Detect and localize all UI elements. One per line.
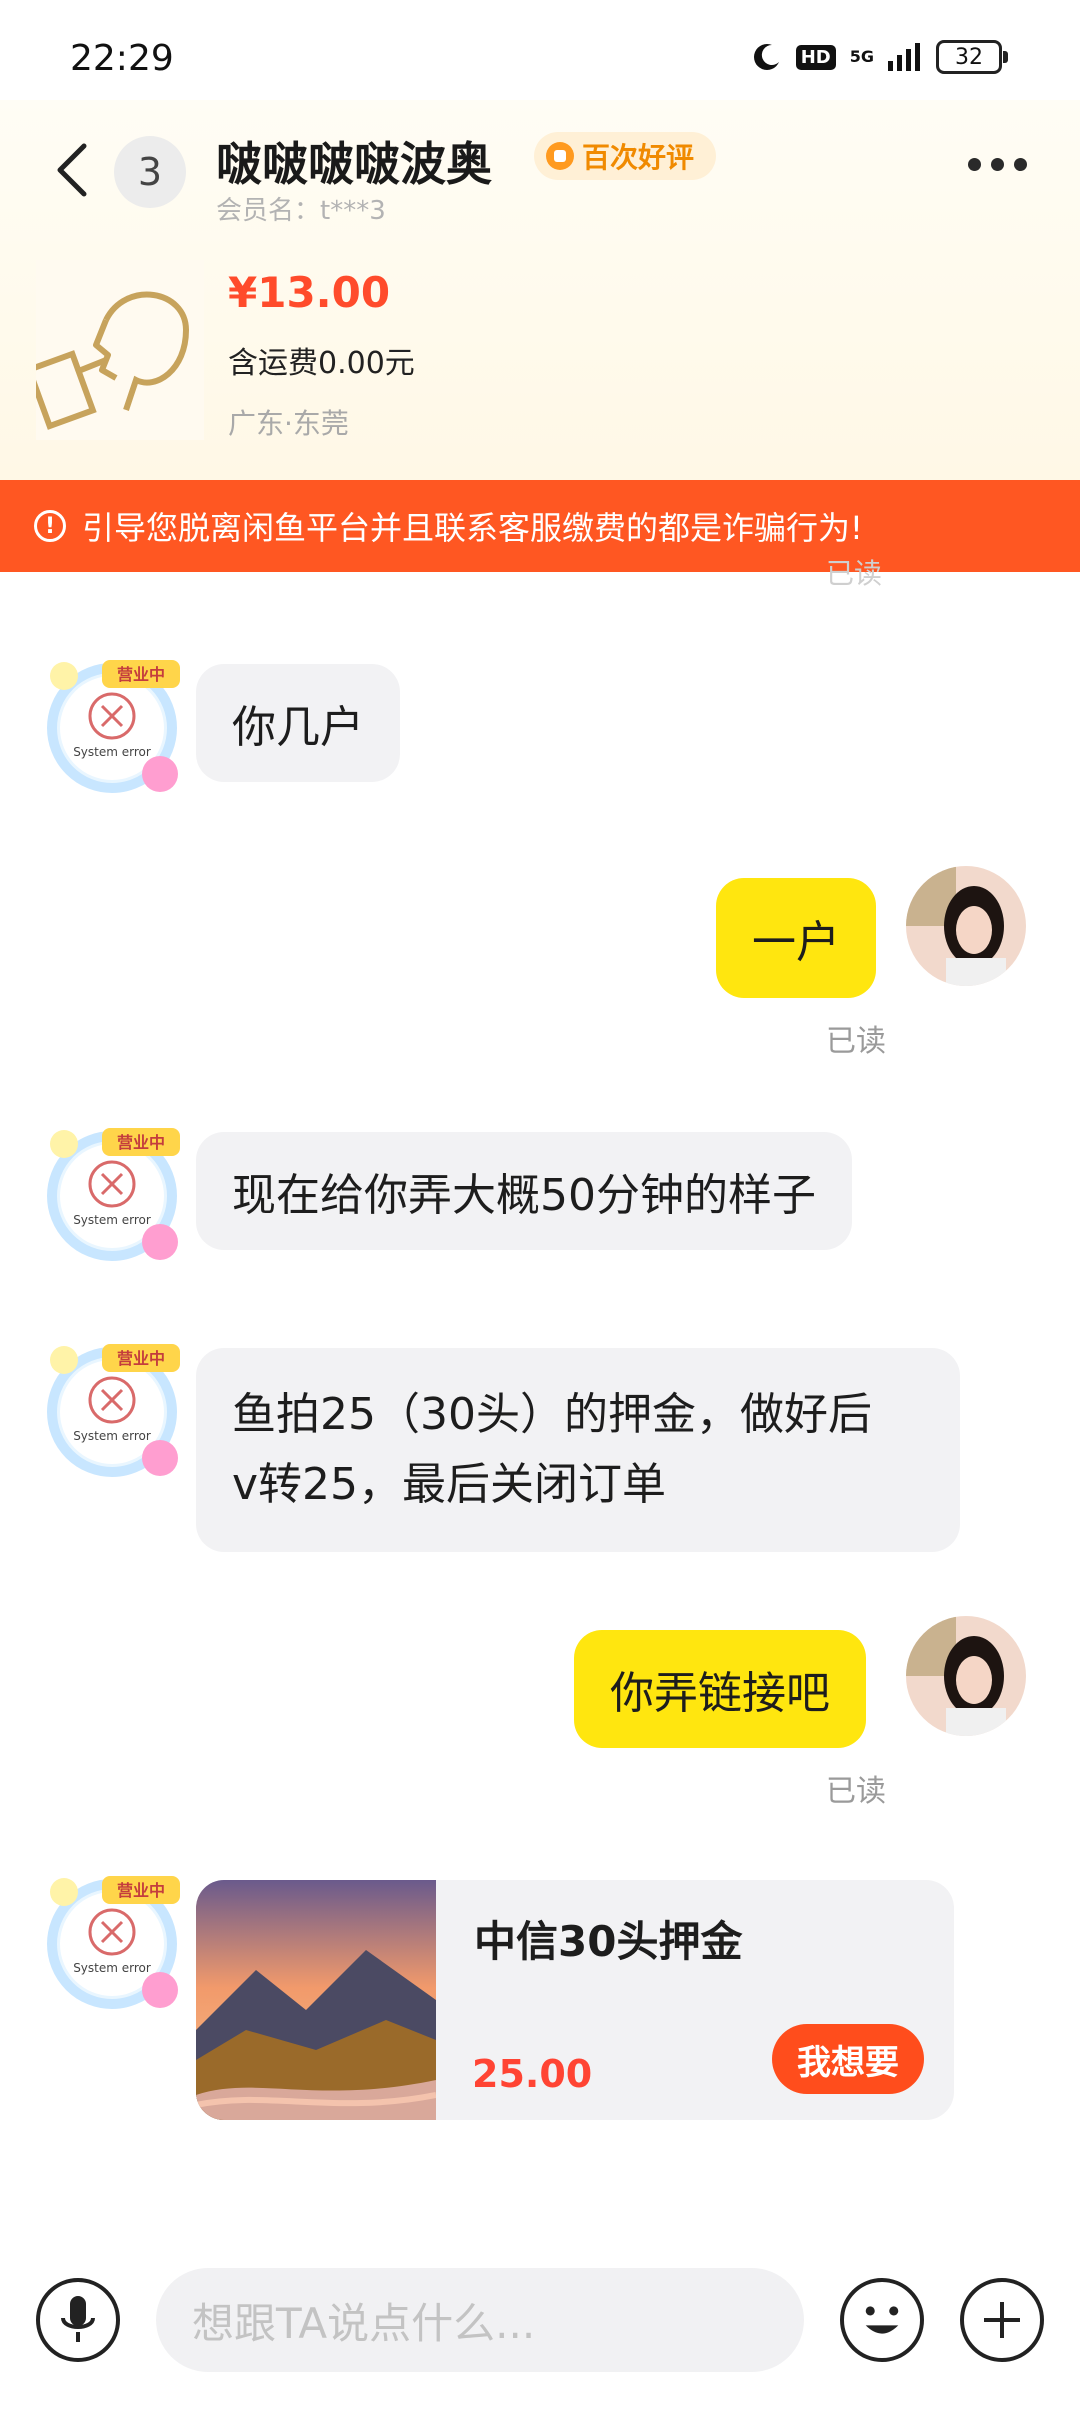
seller-avatar[interactable]: System error 营业中 xyxy=(42,656,182,796)
emoji-icon[interactable] xyxy=(840,2278,924,2362)
message-text: 你弄链接吧 xyxy=(610,1668,830,1719)
seller-avatar[interactable]: System error 营业中 xyxy=(42,1872,182,2012)
message-bubble-self[interactable]: 你弄链接吧 xyxy=(574,1630,866,1748)
avatar-error-text: System error xyxy=(73,745,151,759)
card-price: 25.00 xyxy=(472,2052,593,2096)
fraud-warning-banner: ! 引导您脱离闲鱼平台并且联系客服缴费的都是诈骗行为! xyxy=(0,480,1080,572)
product-card[interactable]: 中信30头押金 25.00 我想要 xyxy=(196,1880,954,2120)
network-label: 5G xyxy=(849,47,874,66)
message-text: 你几户 xyxy=(232,702,364,753)
battery-indicator: 32 xyxy=(936,40,1008,74)
seller-avatar[interactable]: System error 营业中 xyxy=(42,1124,182,1264)
avatar-badge: 营业中 xyxy=(117,1881,165,1900)
product-location: 广东·东莞 xyxy=(228,407,349,440)
warning-text: 引导您脱离闲鱼平台并且联系客服缴费的都是诈骗行为! xyxy=(82,509,863,547)
battery-level: 32 xyxy=(955,44,983,70)
avatar-badge: 营业中 xyxy=(117,1349,165,1368)
message-bubble[interactable]: 鱼拍25（30头）的押金，做好后 v转25，最后关闭订单 xyxy=(196,1348,960,1552)
microphone-icon xyxy=(61,2296,95,2342)
rating-badge[interactable]: 百次好评 xyxy=(534,132,717,180)
read-status-partial: 已读 xyxy=(826,557,883,590)
product-thumbnail[interactable] xyxy=(36,260,204,440)
voice-button[interactable] xyxy=(36,2278,120,2362)
hd-badge: HD xyxy=(795,44,836,70)
status-time: 22:29 xyxy=(70,38,174,79)
avatar-error-text: System error xyxy=(73,1213,151,1227)
message-line: v转25，最后关闭订单 xyxy=(232,1459,667,1510)
message-input-placeholder: 想跟TA说点什么... xyxy=(192,2298,536,2348)
user-avatar[interactable] xyxy=(906,1616,1026,1736)
seller-name[interactable]: 啵啵啵啵波奥 xyxy=(216,128,492,194)
want-button[interactable]: 我想要 xyxy=(772,2024,924,2094)
rating-icon xyxy=(546,142,574,170)
unread-count-badge[interactable]: 3 xyxy=(114,136,186,208)
seller-avatar[interactable]: System error 营业中 xyxy=(42,1340,182,1480)
member-name: 会员名：t***3 xyxy=(216,196,386,226)
read-status: 已读 xyxy=(826,1024,886,1059)
message-bubble[interactable]: 现在给你弄大概50分钟的样子 xyxy=(196,1132,852,1250)
plus-icon[interactable] xyxy=(960,2278,1044,2362)
avatar-error-text: System error xyxy=(73,1961,151,1975)
product-shipping: 含运费0.00元 xyxy=(228,346,415,381)
message-bubble-self[interactable]: 一户 xyxy=(716,878,876,998)
avatar-error-text: System error xyxy=(73,1429,151,1443)
avatar-badge: 营业中 xyxy=(117,1133,165,1152)
message-text: 现在给你弄大概50分钟的样子 xyxy=(232,1170,816,1221)
message-line: 鱼拍25（30头）的押金，做好后 xyxy=(232,1389,872,1440)
moon-icon xyxy=(753,44,779,70)
product-price: ¥13.00 xyxy=(228,268,391,317)
message-input[interactable]: 想跟TA说点什么... xyxy=(156,2268,804,2372)
status-icons: HD 5G 32 xyxy=(752,40,1008,74)
message-text: 一户 xyxy=(752,917,840,968)
back-arrow-icon[interactable] xyxy=(48,140,98,200)
message-bubble[interactable]: 你几户 xyxy=(196,664,400,782)
warning-icon: ! xyxy=(34,510,66,542)
user-avatar[interactable] xyxy=(906,866,1026,986)
card-title: 中信30头押金 xyxy=(474,1917,743,1966)
signal-icon xyxy=(888,43,920,71)
avatar-badge: 营业中 xyxy=(117,665,165,684)
read-status: 已读 xyxy=(826,1774,886,1809)
product-card-image[interactable] xyxy=(196,1880,436,2120)
more-dots-icon[interactable] xyxy=(968,158,1027,171)
rating-label: 百次好评 xyxy=(582,141,695,174)
